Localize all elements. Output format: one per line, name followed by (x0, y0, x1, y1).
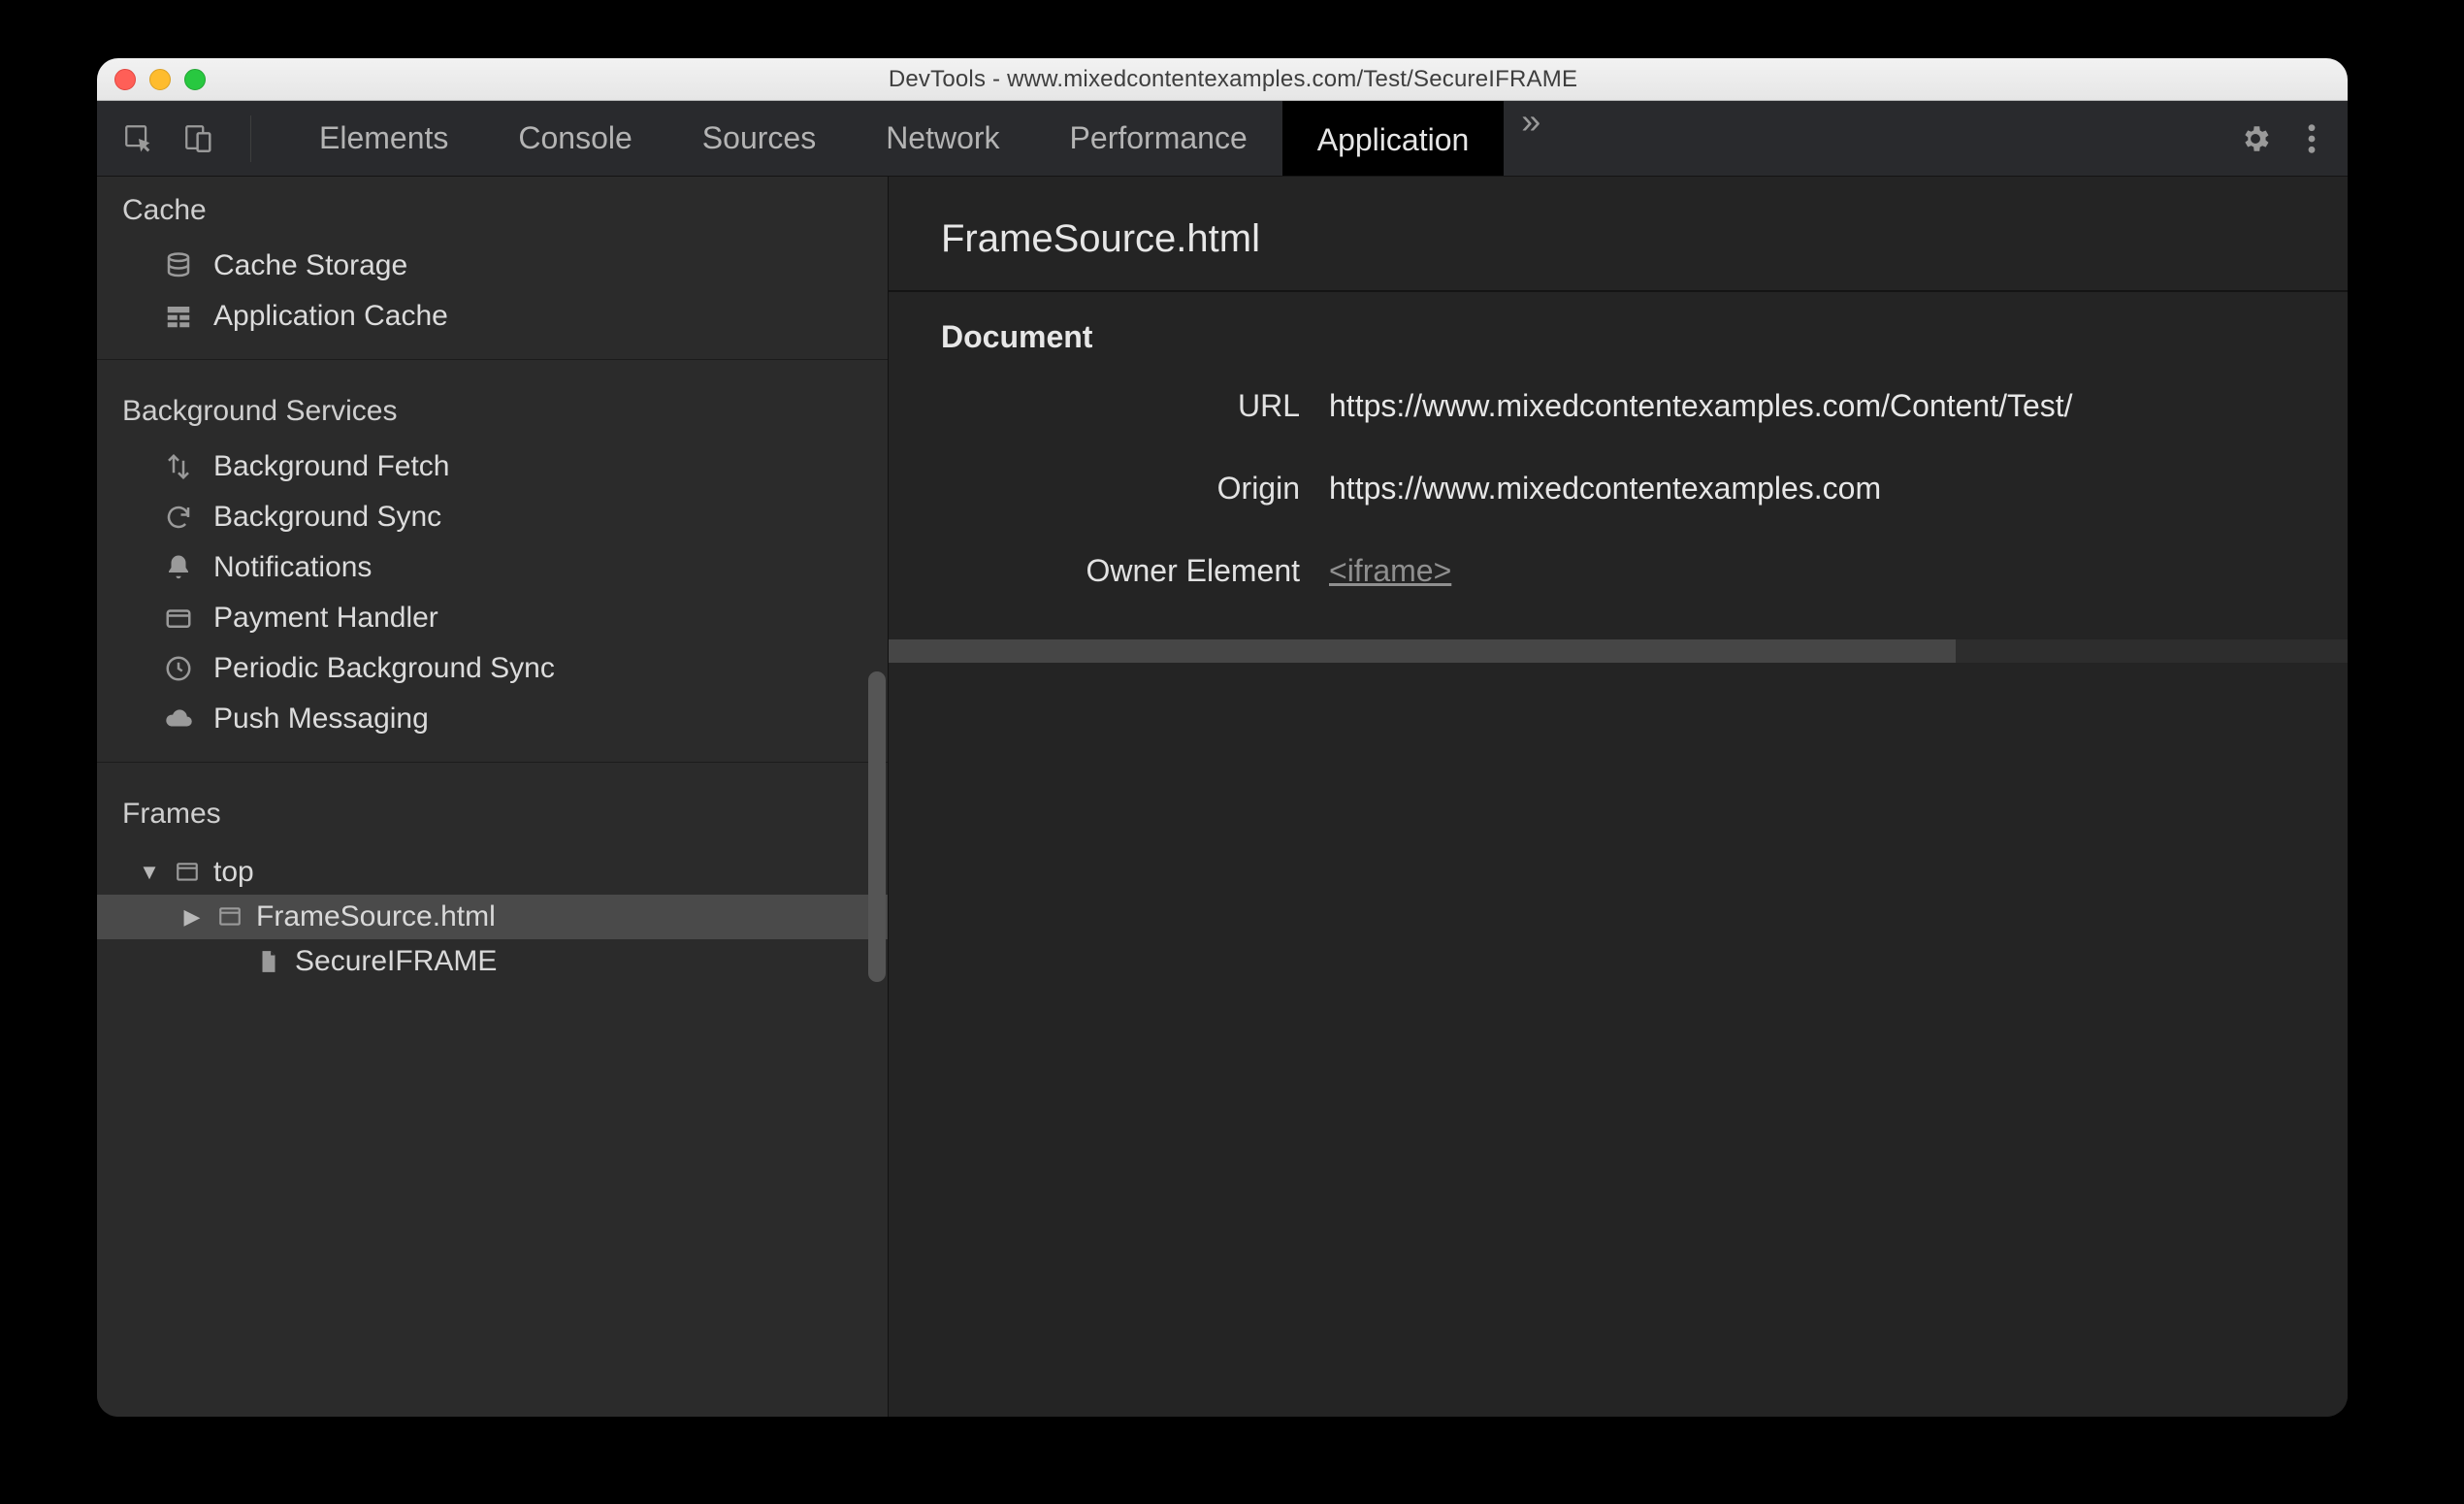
frames-tree: ▼ top ▶ FrameSource.html SecureIFRAME (97, 844, 888, 1003)
titlebar: DevTools - www.mixedcontentexamples.com/… (97, 58, 2348, 101)
sidebar-item-label: Cache Storage (213, 249, 407, 282)
frame-child-framesource[interactable]: ▶ FrameSource.html (97, 895, 888, 939)
sidebar-item-bg-fetch[interactable]: Background Fetch (97, 441, 888, 492)
application-sidebar: Cache Cache Storage Application Cache Ba… (97, 177, 889, 1417)
sidebar-item-label: Notifications (213, 551, 372, 584)
grid-icon (161, 299, 196, 334)
label-origin: Origin (941, 471, 1300, 507)
tab-sources[interactable]: Sources (667, 101, 851, 176)
window-icon (215, 902, 244, 932)
database-icon (161, 248, 196, 283)
close-window-button[interactable] (114, 69, 136, 90)
sidebar-item-periodic-sync[interactable]: Periodic Background Sync (97, 643, 888, 694)
devtools-tabstrip: Elements Console Sources Network Perform… (97, 101, 2348, 177)
sidebar-item-notifications[interactable]: Notifications (97, 542, 888, 593)
frame-label: FrameSource.html (256, 900, 496, 933)
tab-elements[interactable]: Elements (284, 101, 483, 176)
sidebar-item-bg-sync[interactable]: Background Sync (97, 492, 888, 542)
frame-detail-panel: FrameSource.html Document URL https://ww… (889, 177, 2348, 1417)
divider (97, 762, 888, 763)
maximize-window-button[interactable] (184, 69, 206, 90)
divider (97, 359, 888, 360)
value-owner-link[interactable]: <iframe> (1329, 553, 2295, 589)
inspect-element-icon[interactable] (122, 122, 155, 155)
window-icon (173, 858, 202, 887)
more-tabs-icon[interactable]: » (1504, 101, 1558, 176)
transfer-icon (161, 449, 196, 484)
sidebar-item-label: Push Messaging (213, 703, 429, 736)
kebab-menu-icon[interactable] (2307, 122, 2317, 155)
device-toggle-icon[interactable] (182, 122, 215, 155)
tab-performance[interactable]: Performance (1035, 101, 1282, 176)
settings-icon[interactable] (2239, 122, 2272, 155)
section-frames-title: Frames (97, 780, 888, 844)
caret-right-icon[interactable]: ▶ (180, 904, 204, 930)
sidebar-item-cache-storage[interactable]: Cache Storage (97, 241, 888, 291)
label-owner: Owner Element (941, 553, 1300, 589)
clock-icon (161, 651, 196, 686)
frame-top[interactable]: ▼ top (97, 850, 888, 895)
sidebar-item-label: Background Sync (213, 501, 441, 534)
row-owner: Owner Element <iframe> (889, 530, 2348, 612)
window-controls (114, 69, 206, 90)
section-bg-title: Background Services (97, 377, 888, 441)
label-url: URL (941, 388, 1300, 424)
cloud-icon (161, 702, 196, 736)
section-document: Document (889, 292, 2348, 365)
sidebar-scrollbar[interactable] (868, 671, 886, 982)
detail-heading: FrameSource.html (889, 177, 2348, 290)
window-title: DevTools - www.mixedcontentexamples.com/… (219, 66, 2247, 93)
document-icon (254, 947, 283, 976)
section-cache-title: Cache (97, 177, 888, 241)
tab-application[interactable]: Application (1282, 101, 1505, 176)
sidebar-item-label: Background Fetch (213, 450, 449, 483)
sync-icon (161, 500, 196, 535)
frame-label: SecureIFRAME (295, 945, 497, 978)
scroll-thumb[interactable] (889, 639, 1956, 663)
sidebar-item-payment[interactable]: Payment Handler (97, 593, 888, 643)
value-url: https://www.mixedcontentexamples.com/Con… (1329, 388, 2295, 424)
devtools-window: DevTools - www.mixedcontentexamples.com/… (97, 58, 2348, 1417)
bell-icon (161, 550, 196, 585)
sidebar-item-label: Payment Handler (213, 602, 438, 635)
minimize-window-button[interactable] (149, 69, 171, 90)
caret-down-icon[interactable]: ▼ (138, 860, 161, 885)
row-url: URL https://www.mixedcontentexamples.com… (889, 365, 2348, 447)
divider (250, 115, 251, 162)
sidebar-item-label: Periodic Background Sync (213, 652, 555, 685)
sidebar-item-app-cache[interactable]: Application Cache (97, 291, 888, 342)
tab-network[interactable]: Network (851, 101, 1034, 176)
row-origin: Origin https://www.mixedcontentexamples.… (889, 447, 2348, 530)
frame-label: top (213, 856, 254, 889)
card-icon (161, 601, 196, 636)
panel-body: Cache Cache Storage Application Cache Ba… (97, 177, 2348, 1417)
sidebar-item-label: Application Cache (213, 300, 448, 333)
value-origin: https://www.mixedcontentexamples.com (1329, 471, 2295, 507)
horizontal-scrollbar[interactable] (889, 632, 2348, 670)
sidebar-item-push[interactable]: Push Messaging (97, 694, 888, 744)
tab-console[interactable]: Console (483, 101, 666, 176)
frame-child-secureiframe[interactable]: SecureIFRAME (97, 939, 888, 984)
